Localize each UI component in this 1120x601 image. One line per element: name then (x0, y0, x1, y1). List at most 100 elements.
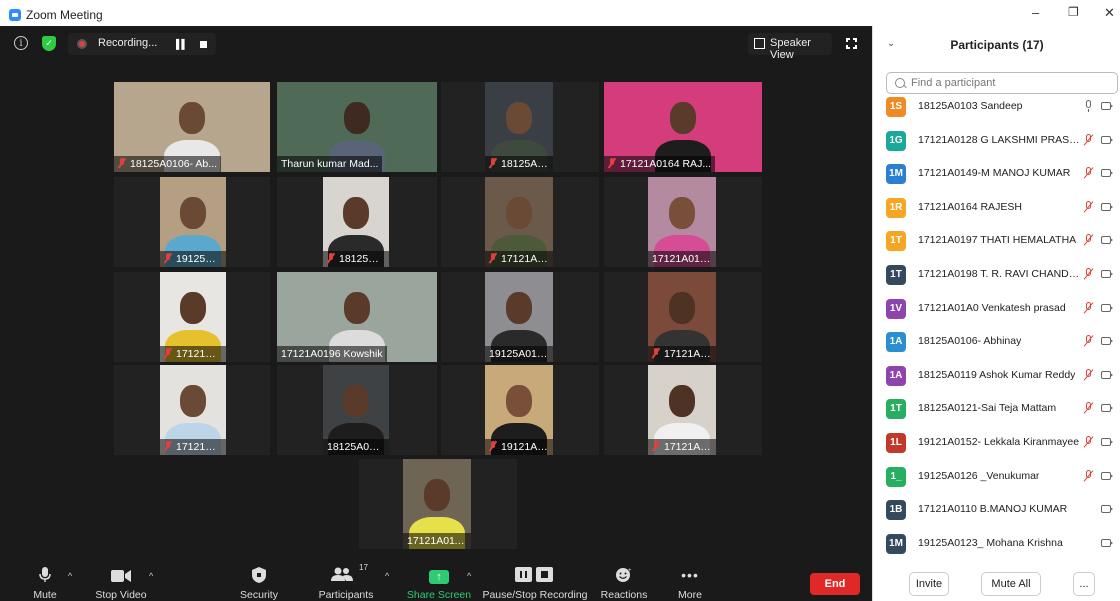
video-tile[interactable]: 18125A0119 Ash... (441, 82, 599, 172)
minimize-button[interactable]: – (1032, 5, 1039, 20)
participant-row[interactable]: 1T 17121A0197 THATI HEMALATHA (873, 224, 1120, 258)
panel-more-button[interactable]: ... (1073, 572, 1095, 596)
stop-video-button[interactable]: Stop Video (92, 557, 150, 601)
participant-row[interactable]: 1R 17121A0164 RAJESH (873, 191, 1120, 225)
stop-recording-icon[interactable] (200, 41, 207, 48)
camera-icon[interactable] (1101, 438, 1113, 446)
video-tile[interactable]: 17121A0197 THA... (114, 272, 270, 362)
muted-mic-icon[interactable] (1083, 402, 1095, 415)
participant-face (180, 197, 206, 229)
muted-mic-icon[interactable] (1083, 200, 1095, 214)
pause-recording-icon[interactable]: ▌▌ (176, 39, 188, 49)
tile-name-text: 17121A0197 THA... (176, 348, 226, 360)
participant-name: 19125A0126 _Venukumar (918, 469, 1040, 482)
microphone-icon[interactable] (1083, 100, 1095, 113)
maximize-button[interactable]: ❐ (1068, 5, 1079, 19)
video-tile[interactable]: 18125A0103 Sandeep (277, 365, 437, 455)
video-tile[interactable]: 18125A0121-Sai ... (277, 177, 437, 267)
title-bar: Zoom Meeting – ❐ ✕ (0, 0, 1120, 26)
video-tile[interactable]: Tharun kumar Mad... (277, 82, 437, 172)
participant-row[interactable]: 1G 17121A0128 G LAKSHMI PRASH... (873, 124, 1120, 158)
camera-icon[interactable] (1101, 538, 1113, 547)
video-tile[interactable]: 19125A0123_ Moha... (441, 272, 599, 362)
participants-options-chevron-icon[interactable]: ^ (385, 571, 389, 581)
camera-icon[interactable] (1101, 270, 1113, 278)
camera-icon[interactable] (1101, 370, 1113, 379)
muted-mic-icon[interactable] (1083, 268, 1095, 281)
participant-row[interactable]: 1S 18125A0103 Sandeep (873, 90, 1120, 124)
participant-row[interactable]: 1_ 19125A0126 _Venukumar (873, 460, 1120, 494)
end-meeting-button[interactable]: End (810, 573, 860, 595)
video-tile[interactable]: 17121A01A0 Ven... (604, 365, 762, 455)
info-icon[interactable]: i (14, 36, 28, 50)
camera-icon[interactable] (1101, 102, 1113, 110)
video-tile[interactable]: 17121A0196 Kowshik (277, 272, 437, 362)
camera-icon[interactable] (1101, 135, 1113, 144)
video-tile[interactable]: 19125A0126 _Ve... (114, 177, 270, 267)
muted-mic-icon (489, 253, 497, 263)
video-tile[interactable]: 17121A0149-M ... (441, 177, 599, 267)
muted-mic-icon[interactable] (1083, 167, 1095, 180)
video-tile[interactable]: 17121A0110 B.MAN... (359, 459, 517, 549)
share-screen-label: Share Screen (406, 589, 472, 601)
video-tile[interactable]: 19121A0152- Lek... (441, 365, 599, 455)
audio-options-chevron-icon[interactable]: ^ (68, 571, 72, 581)
invite-button[interactable]: Invite (909, 572, 949, 596)
muted-mic-icon[interactable] (1083, 469, 1095, 483)
share-options-chevron-icon[interactable]: ^ (467, 571, 471, 581)
participant-face (179, 102, 205, 134)
participant-search-input[interactable] (909, 76, 1113, 90)
tile-name-label: 19121A0152- Lek... (485, 439, 553, 455)
participant-row[interactable]: 1M 19125A0123_ Mohana Krishna (873, 527, 1120, 561)
reactions-smiley-icon: + (616, 568, 632, 582)
video-camera-icon (111, 570, 131, 582)
video-tile[interactable]: 17121A0183_ Roop... (604, 177, 762, 267)
video-tile[interactable]: 17121A0164 RAJ... (604, 82, 762, 172)
mute-button[interactable]: Mute (22, 557, 68, 601)
more-button[interactable]: ••• More (668, 557, 712, 601)
participants-button[interactable]: 17 Participants (316, 557, 376, 601)
fullscreen-icon[interactable] (845, 37, 860, 52)
tile-name-label: 17121A0197 THA... (160, 346, 226, 362)
camera-icon[interactable] (1101, 337, 1113, 346)
mute-all-button[interactable]: Mute All (981, 572, 1041, 596)
pause-stop-recording-button[interactable]: Pause/Stop Recording (482, 557, 588, 601)
video-tile[interactable]: 17121A0128 G L... (604, 272, 762, 362)
camera-icon[interactable] (1101, 471, 1113, 480)
muted-mic-icon[interactable] (1083, 133, 1095, 147)
muted-mic-icon[interactable] (1083, 335, 1095, 348)
shield-check-icon[interactable]: ✓ (42, 36, 56, 51)
camera-icon[interactable] (1101, 169, 1113, 178)
participant-row[interactable]: 1V 17121A01A0 Venkatesh prasad (873, 292, 1120, 326)
share-screen-button[interactable]: ↑ Share Screen (406, 557, 472, 601)
security-button[interactable]: Security (234, 557, 284, 601)
camera-icon[interactable] (1101, 202, 1113, 211)
camera-icon[interactable] (1101, 404, 1113, 413)
muted-mic-icon (608, 158, 616, 168)
tile-name-text: 17121A0198 T. R... (176, 441, 226, 453)
video-tile[interactable]: 17121A0198 T. R... (114, 365, 270, 455)
muted-mic-icon[interactable] (1083, 301, 1095, 315)
close-button[interactable]: ✕ (1104, 5, 1115, 21)
participant-row[interactable]: 1A 18125A0119 Ashok Kumar Reddy (873, 359, 1120, 393)
participant-row[interactable]: 1M 17121A0149-M MANOJ KUMAR (873, 157, 1120, 191)
muted-mic-icon[interactable] (1083, 368, 1095, 382)
video-options-chevron-icon[interactable]: ^ (149, 571, 153, 581)
reactions-button[interactable]: + Reactions (598, 557, 650, 601)
participant-row[interactable]: 1B 17121A0110 B.MANOJ KUMAR (873, 493, 1120, 527)
muted-mic-icon[interactable] (1083, 436, 1095, 449)
more-label: More (678, 589, 702, 601)
participant-row[interactable]: 1L 19121A0152- Lekkala Kiranmayee (873, 426, 1120, 460)
speaker-view-button[interactable]: Speaker View (748, 33, 832, 61)
muted-mic-icon (164, 441, 172, 451)
participant-row[interactable]: 1A 18125A0106- Abhinay (873, 325, 1120, 359)
participant-row[interactable]: 1T 18125A0121-Sai Teja Mattam (873, 392, 1120, 426)
video-tile[interactable]: 18125A0106- Ab... (114, 82, 270, 172)
muted-mic-icon (489, 158, 497, 168)
camera-icon[interactable] (1101, 505, 1113, 514)
camera-icon[interactable] (1101, 236, 1113, 245)
participant-row[interactable]: 1T 17121A0198 T. R. RAVI CHANDRA (873, 258, 1120, 292)
muted-mic-icon (164, 348, 172, 358)
muted-mic-icon[interactable] (1083, 234, 1095, 247)
camera-icon[interactable] (1101, 303, 1113, 312)
